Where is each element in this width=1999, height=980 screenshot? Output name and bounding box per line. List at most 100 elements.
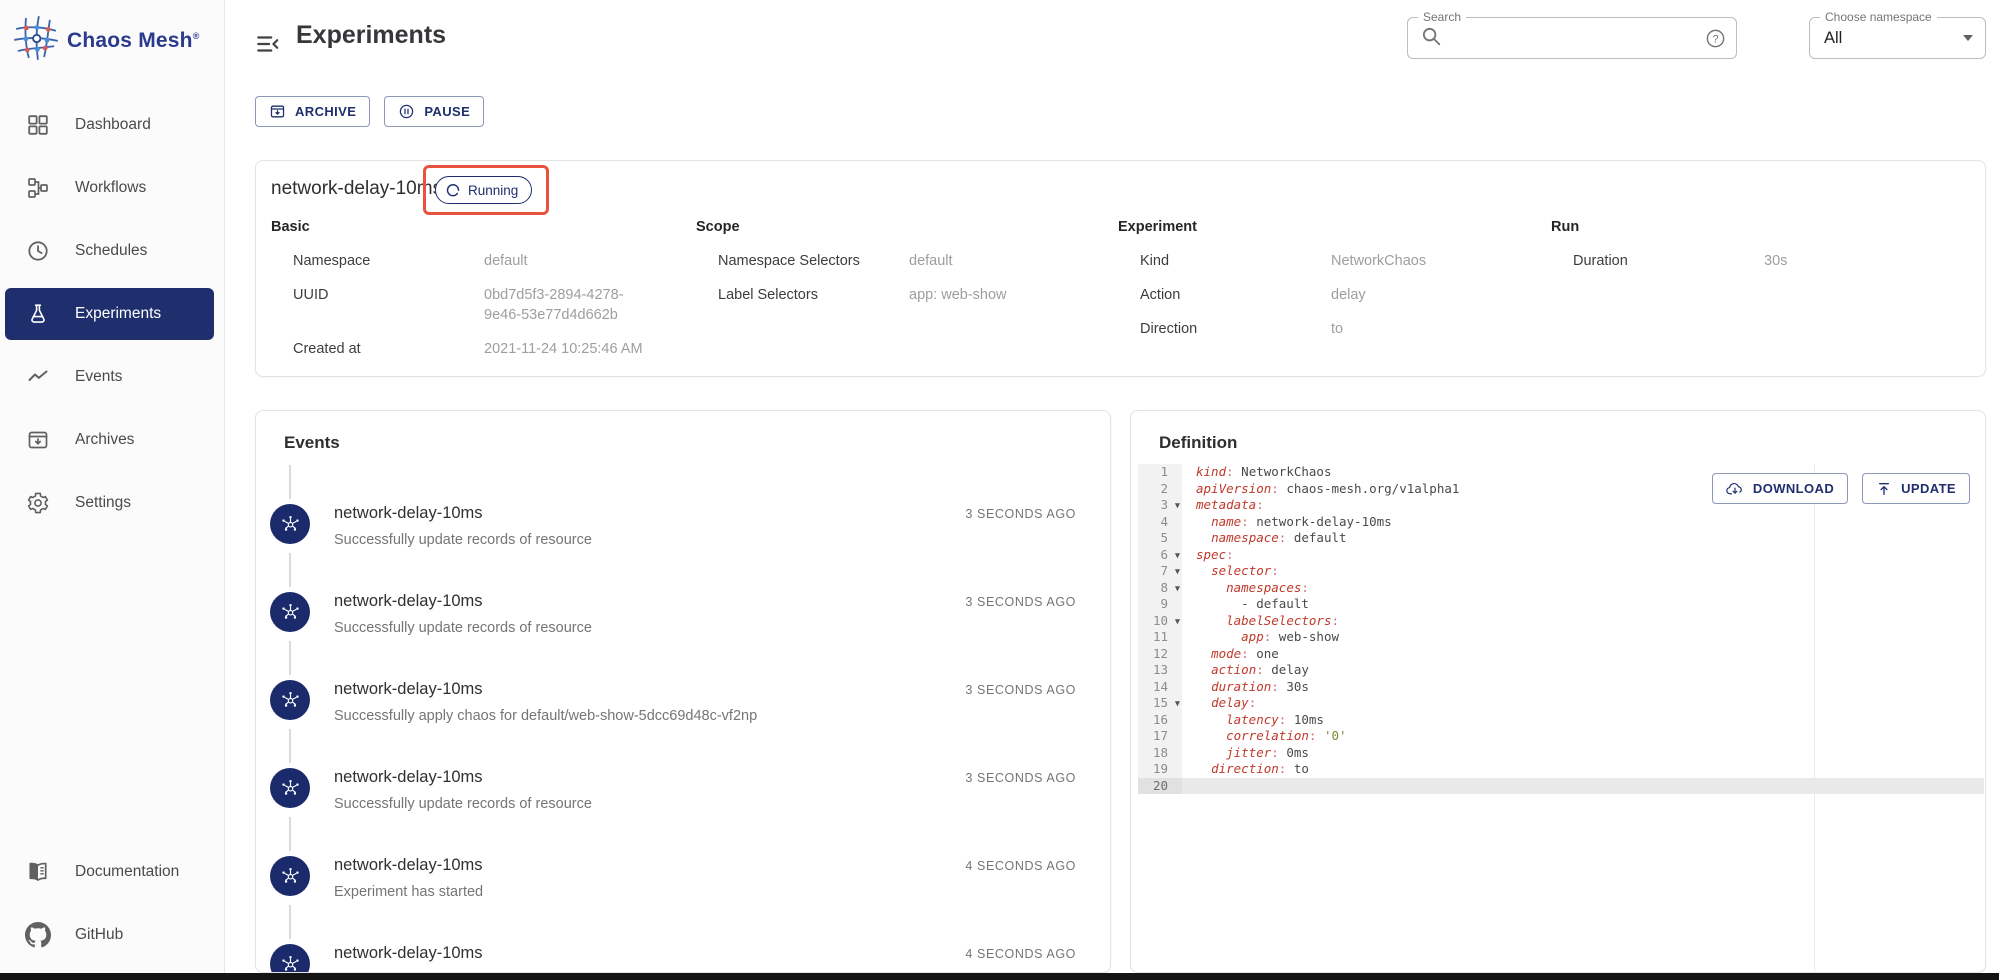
- section-title: Run: [1551, 219, 1787, 235]
- fold-arrow-icon[interactable]: ▼: [1175, 548, 1180, 565]
- detail-label: Direction: [1118, 319, 1331, 339]
- detail-value: to: [1331, 319, 1343, 339]
- detail-label: Namespace Selectors: [696, 251, 909, 271]
- sidebar-item-settings[interactable]: Settings: [5, 477, 214, 529]
- events-card: Events network-delay-10ms3 SECONDS AGOSu…: [255, 410, 1111, 973]
- code-text: duration: 30s: [1182, 679, 1984, 696]
- code-text: namespaces:: [1182, 580, 1984, 597]
- event-item: network-delay-10ms3 SECONDS AGOSuccessfu…: [256, 768, 1110, 812]
- code-text: selector:: [1182, 563, 1984, 580]
- update-button[interactable]: UPDATE: [1862, 473, 1970, 504]
- logo[interactable]: Chaos Mesh®: [0, 0, 224, 65]
- download-button[interactable]: DOWNLOAD: [1712, 473, 1848, 504]
- sidebar-item-archives[interactable]: Archives: [5, 414, 214, 466]
- event-message: Successfully update records of resource: [334, 796, 1076, 812]
- code-text: name: network-delay-10ms: [1182, 514, 1984, 531]
- detail-value: 2021-11-24 10:25:46 AM: [484, 339, 643, 359]
- gear-icon: [25, 490, 51, 516]
- code-line: 16 latency: 10ms: [1138, 712, 1984, 729]
- code-line: 14 duration: 30s: [1138, 679, 1984, 696]
- event-item: network-delay-10ms4 SECONDS AGOExperimen…: [256, 856, 1110, 900]
- search-field-label: Search: [1418, 10, 1466, 24]
- code-line: 10▼ labelSelectors:: [1138, 613, 1984, 630]
- event-name: network-delay-10ms: [334, 592, 483, 611]
- code-line: 17 correlation: '0': [1138, 728, 1984, 745]
- line-number: 11: [1138, 629, 1182, 646]
- search-field[interactable]: Search ?: [1407, 17, 1737, 59]
- code-text: spec:: [1182, 547, 1984, 564]
- sidebar-item-github[interactable]: GitHub: [5, 909, 214, 961]
- detail-label: Created at: [271, 339, 484, 359]
- github-icon: [25, 922, 51, 948]
- experiment-detail-card: network-delay-10ms Running BasicNamespac…: [255, 160, 1986, 377]
- detail-row: KindNetworkChaos: [1118, 251, 1426, 271]
- line-number: 14: [1138, 679, 1182, 696]
- namespace-select[interactable]: Choose namespace All: [1809, 17, 1986, 59]
- detail-value: default: [909, 251, 953, 271]
- line-number: 3▼: [1138, 497, 1182, 514]
- definition-title: Definition: [1159, 433, 1985, 453]
- sidebar-item-label: GitHub: [75, 926, 123, 944]
- code-text: correlation: '0': [1182, 728, 1984, 745]
- code-line: 9 - default: [1138, 596, 1984, 613]
- event-name: network-delay-10ms: [334, 504, 483, 523]
- event-item: network-delay-10ms3 SECONDS AGOSuccessfu…: [256, 592, 1110, 636]
- event-avatar-network-icon: [270, 944, 310, 973]
- timeline-connector: [289, 465, 291, 499]
- status-badge: Running: [435, 176, 532, 204]
- section-title: Basic: [271, 219, 656, 235]
- sidebar-item-schedules[interactable]: Schedules: [5, 225, 214, 277]
- line-number: 6▼: [1138, 547, 1182, 564]
- sidebar-item-dashboard[interactable]: Dashboard: [5, 99, 214, 151]
- sidebar-item-experiments[interactable]: Experiments: [5, 288, 214, 340]
- detail-row: Actiondelay: [1118, 285, 1426, 305]
- event-avatar-network-icon: [270, 504, 310, 544]
- collapse-sidebar-icon[interactable]: [255, 31, 281, 57]
- namespace-selected-value: All: [1824, 29, 1963, 48]
- event-timestamp: 4 SECONDS AGO: [965, 859, 1076, 873]
- archive-button[interactable]: ARCHIVE: [255, 96, 370, 127]
- line-number: 19: [1138, 761, 1182, 778]
- cloud-download-icon: [1726, 480, 1744, 498]
- detail-value: app: web-show: [909, 285, 1007, 305]
- flask-icon: [25, 301, 51, 327]
- line-number: 9: [1138, 596, 1182, 613]
- code-text: mode: one: [1182, 646, 1984, 663]
- sidebar-item-label: Events: [75, 368, 122, 386]
- fold-arrow-icon[interactable]: ▼: [1175, 614, 1180, 631]
- line-number: 8▼: [1138, 580, 1182, 597]
- fold-arrow-icon[interactable]: ▼: [1175, 581, 1180, 598]
- sidebar-item-events[interactable]: Events: [5, 351, 214, 403]
- code-text: - default: [1182, 596, 1984, 613]
- bottom-screen-edge: [0, 973, 1999, 980]
- pause-button[interactable]: PAUSE: [384, 96, 484, 127]
- fold-arrow-icon[interactable]: ▼: [1175, 498, 1180, 515]
- sidebar-item-label: Experiments: [75, 305, 161, 323]
- code-line: 6▼spec:: [1138, 547, 1984, 564]
- namespace-select-label: Choose namespace: [1820, 10, 1937, 24]
- detail-value: 30s: [1764, 251, 1787, 271]
- event-avatar-network-icon: [270, 680, 310, 720]
- search-input[interactable]: [1450, 30, 1697, 47]
- code-line: 7▼ selector:: [1138, 563, 1984, 580]
- timeline-connector: [289, 729, 291, 763]
- sidebar-item-workflows[interactable]: Workflows: [5, 162, 214, 214]
- sidebar-item-label: Workflows: [75, 179, 146, 197]
- code-text: [1182, 778, 1984, 795]
- timeline-connector: [289, 553, 291, 587]
- fold-arrow-icon[interactable]: ▼: [1175, 564, 1180, 581]
- line-number: 17: [1138, 728, 1182, 745]
- line-number: 10▼: [1138, 613, 1182, 630]
- code-text: jitter: 0ms: [1182, 745, 1984, 762]
- sidebar-item-documentation[interactable]: Documentation: [5, 846, 214, 898]
- search-help-icon[interactable]: ?: [1705, 28, 1726, 49]
- detail-section-basic: BasicNamespacedefaultUUID0bd7d5f3-2894-4…: [271, 219, 656, 373]
- fold-arrow-icon[interactable]: ▼: [1175, 696, 1180, 713]
- detail-row: UUID0bd7d5f3-2894-4278-9e46-53e77d4d662b: [271, 285, 656, 325]
- event-name: network-delay-10ms: [334, 680, 483, 699]
- detail-value: default: [484, 251, 528, 271]
- yaml-editor[interactable]: 1kind: NetworkChaos2apiVersion: chaos-me…: [1138, 464, 1984, 971]
- line-number: 18: [1138, 745, 1182, 762]
- workflows-icon: [25, 175, 51, 201]
- chaos-mesh-app: Chaos Mesh® Dashboard Workflows Schedules E…: [0, 0, 1999, 980]
